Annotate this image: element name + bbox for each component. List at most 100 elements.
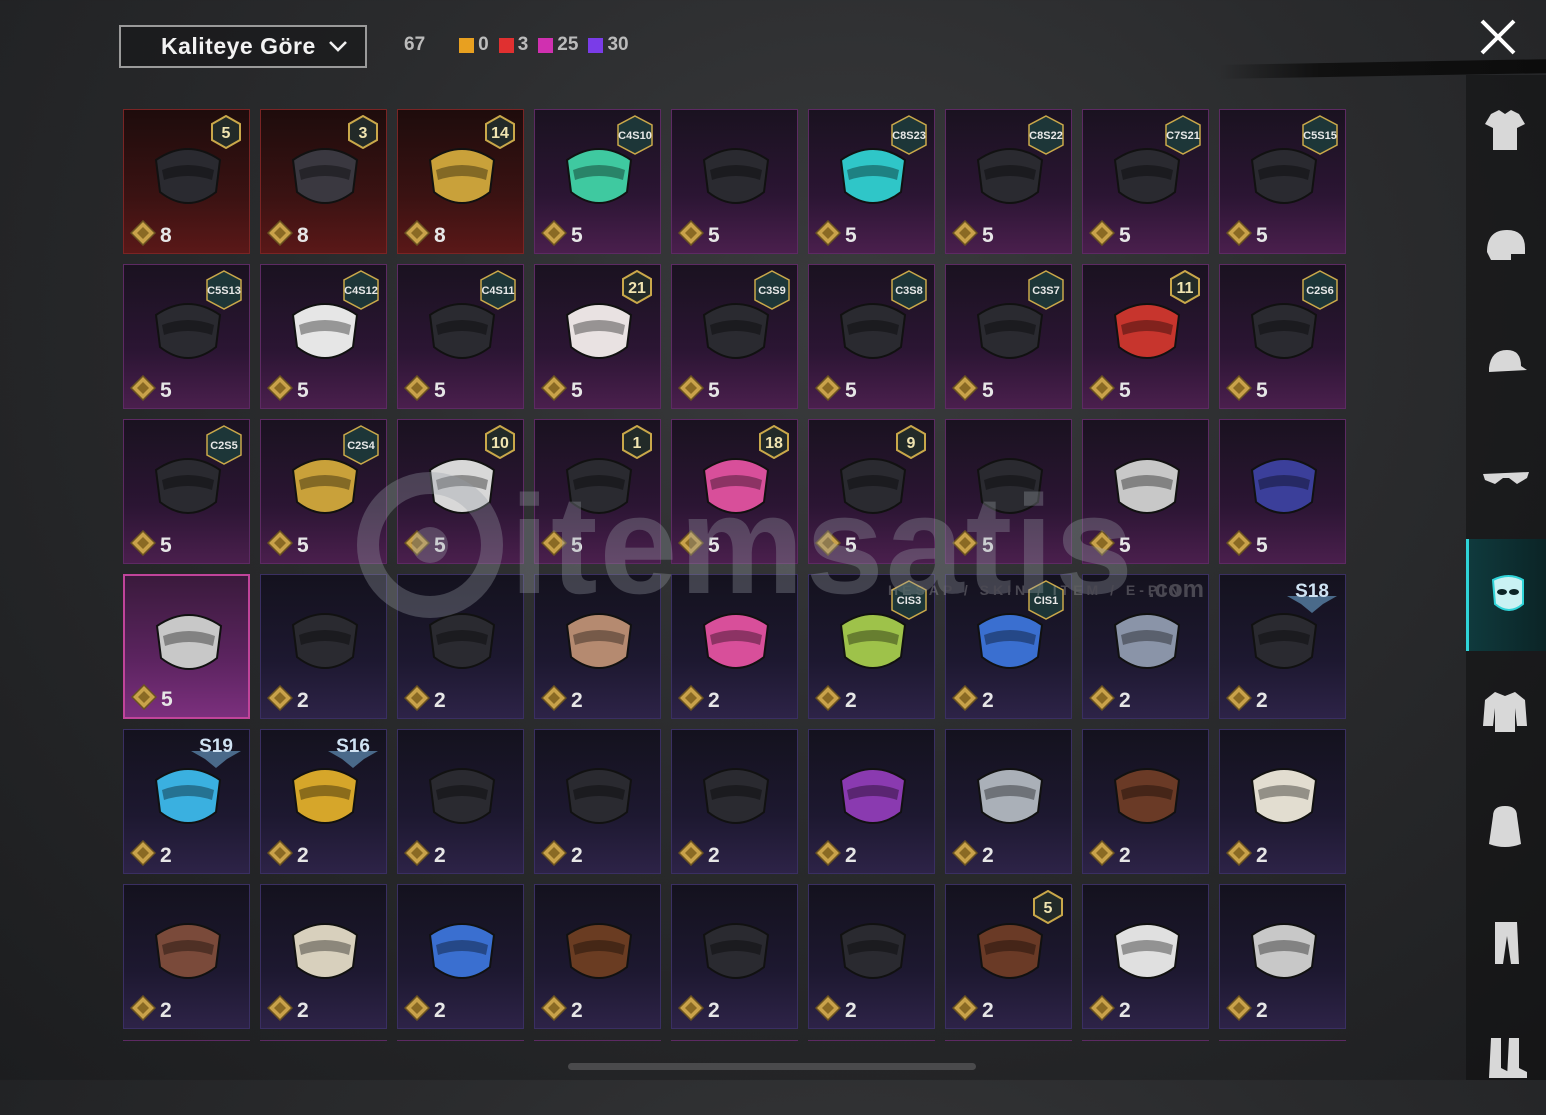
coin-icon bbox=[1226, 530, 1252, 556]
inventory-item[interactable]: 15 bbox=[534, 419, 661, 564]
inventory-item[interactable]: C4S12 5 bbox=[260, 264, 387, 409]
category-tab[interactable] bbox=[1466, 1003, 1546, 1115]
skull-balaclava-icon bbox=[1113, 458, 1181, 514]
inventory-item[interactable]: C2S6 5 bbox=[1219, 264, 1346, 409]
inventory-item[interactable]: C5S15 5 bbox=[1219, 109, 1346, 254]
inventory-item[interactable]: 2 bbox=[123, 884, 250, 1029]
badge-label: 5 bbox=[222, 125, 231, 142]
inventory-item[interactable]: 2 bbox=[808, 729, 935, 874]
inventory-item[interactable]: C2S4 5 bbox=[260, 419, 387, 564]
inventory-item[interactable]: 5 bbox=[945, 419, 1072, 564]
home-indicator[interactable] bbox=[568, 1063, 976, 1070]
badge-label: 18 bbox=[765, 435, 783, 452]
helmet-icon bbox=[1487, 230, 1525, 260]
black-mask-icon bbox=[291, 613, 359, 669]
inventory-item[interactable]: C4S10 5 bbox=[534, 109, 661, 254]
category-tab[interactable] bbox=[1466, 887, 1546, 999]
item-count: 5 bbox=[982, 534, 994, 557]
item-count: 5 bbox=[571, 534, 583, 557]
inventory-item[interactable]: 2 bbox=[534, 729, 661, 874]
item-count: 2 bbox=[160, 999, 172, 1022]
close-icon[interactable] bbox=[1478, 17, 1518, 57]
category-tab[interactable] bbox=[1466, 771, 1546, 883]
inventory-item[interactable]: 2 bbox=[671, 574, 798, 719]
inventory-item[interactable]: C7S21 5 bbox=[1082, 109, 1209, 254]
level-badge: 3 bbox=[348, 115, 378, 149]
item-count: 5 bbox=[571, 379, 583, 402]
inventory-item[interactable]: C2S5 5 bbox=[123, 419, 250, 564]
coin-icon bbox=[815, 375, 841, 401]
inventory-item[interactable]: 2 bbox=[808, 884, 935, 1029]
inventory-item[interactable]: 5 bbox=[123, 574, 250, 719]
item-count: 5 bbox=[845, 224, 857, 247]
category-tab[interactable] bbox=[1466, 539, 1546, 651]
inventory-item[interactable]: CIS1 2 bbox=[945, 574, 1072, 719]
scarf-mask-icon bbox=[1113, 768, 1181, 824]
category-tab[interactable] bbox=[1466, 191, 1546, 303]
inventory-item[interactable]: S16 2 bbox=[260, 729, 387, 874]
inventory-item[interactable]: S19 2 bbox=[123, 729, 250, 874]
item-count: 2 bbox=[571, 689, 583, 712]
coin-icon bbox=[130, 375, 156, 401]
inventory-item[interactable]: C8S22 5 bbox=[945, 109, 1072, 254]
inventory-item[interactable]: 2 bbox=[397, 729, 524, 874]
inventory-item[interactable]: 2 bbox=[671, 729, 798, 874]
inventory-item[interactable]: C8S23 5 bbox=[808, 109, 935, 254]
badge-label: C5S13 bbox=[207, 285, 241, 297]
inventory-item[interactable]: 95 bbox=[808, 419, 935, 564]
inventory-item[interactable]: 10 5 bbox=[397, 419, 524, 564]
item-count: 2 bbox=[1119, 689, 1131, 712]
inventory-item[interactable]: 11 5 bbox=[1082, 264, 1209, 409]
inventory-item[interactable]: 2 bbox=[1082, 729, 1209, 874]
inventory-item[interactable]: 2 bbox=[945, 729, 1072, 874]
inventory-item[interactable]: C3S8 5 bbox=[808, 264, 935, 409]
inventory-item[interactable]: 58 bbox=[123, 109, 250, 254]
inventory-item[interactable]: 38 bbox=[260, 109, 387, 254]
inventory-item[interactable]: S18 2 bbox=[1219, 574, 1346, 719]
inventory-item[interactable]: 2 bbox=[1219, 729, 1346, 874]
inventory-item[interactable]: C5S13 5 bbox=[123, 264, 250, 409]
category-tab[interactable] bbox=[1466, 75, 1546, 187]
level-badge: 10 bbox=[485, 425, 515, 459]
sort-dropdown[interactable]: Kaliteye Göre bbox=[119, 25, 367, 68]
inventory-item[interactable]: 5 bbox=[1219, 419, 1346, 564]
inventory-item[interactable]: 2 bbox=[1082, 574, 1209, 719]
coin-icon bbox=[678, 375, 704, 401]
quality-count-2: 25 bbox=[538, 34, 578, 56]
inventory-item[interactable]: 2 bbox=[260, 574, 387, 719]
inventory-item[interactable]: CIS3 2 bbox=[808, 574, 935, 719]
badge-label: 11 bbox=[1177, 280, 1194, 297]
coin-icon bbox=[952, 840, 978, 866]
inventory-item[interactable]: 2 bbox=[1219, 884, 1346, 1029]
partial-item bbox=[123, 1040, 250, 1045]
season-badge: C3S7 bbox=[1028, 270, 1064, 310]
inventory-item[interactable]: C3S9 5 bbox=[671, 264, 798, 409]
inventory-item[interactable]: C3S7 5 bbox=[945, 264, 1072, 409]
category-tab[interactable] bbox=[1466, 307, 1546, 419]
inventory-item[interactable]: 14 8 bbox=[397, 109, 524, 254]
item-count: 5 bbox=[434, 379, 446, 402]
inventory-item[interactable]: 5 bbox=[671, 109, 798, 254]
coin-icon bbox=[1089, 530, 1115, 556]
backpack-icon bbox=[1489, 806, 1521, 847]
inventory-item[interactable]: 21 5 bbox=[534, 264, 661, 409]
partial-item bbox=[671, 1040, 798, 1045]
coin-icon bbox=[267, 375, 293, 401]
quality-count-value: 25 bbox=[557, 34, 579, 55]
inventory-item[interactable]: 18 5 bbox=[671, 419, 798, 564]
partial-item bbox=[534, 1040, 661, 1045]
inventory-item[interactable]: C4S11 5 bbox=[397, 264, 524, 409]
inventory-item[interactable]: 52 bbox=[945, 884, 1072, 1029]
inventory-item[interactable]: 5 bbox=[1082, 419, 1209, 564]
inventory-item[interactable]: 2 bbox=[397, 574, 524, 719]
inventory-item[interactable]: 2 bbox=[534, 574, 661, 719]
inventory-item[interactable]: 2 bbox=[671, 884, 798, 1029]
inventory-item[interactable]: 2 bbox=[534, 884, 661, 1029]
category-tab[interactable] bbox=[1466, 655, 1546, 767]
inventory-item[interactable]: 2 bbox=[1082, 884, 1209, 1029]
item-count: 2 bbox=[1256, 689, 1268, 712]
inventory-item[interactable]: 2 bbox=[397, 884, 524, 1029]
inventory-item[interactable]: 2 bbox=[260, 884, 387, 1029]
badge-label: C3S8 bbox=[895, 285, 923, 297]
category-tab[interactable] bbox=[1466, 423, 1546, 535]
